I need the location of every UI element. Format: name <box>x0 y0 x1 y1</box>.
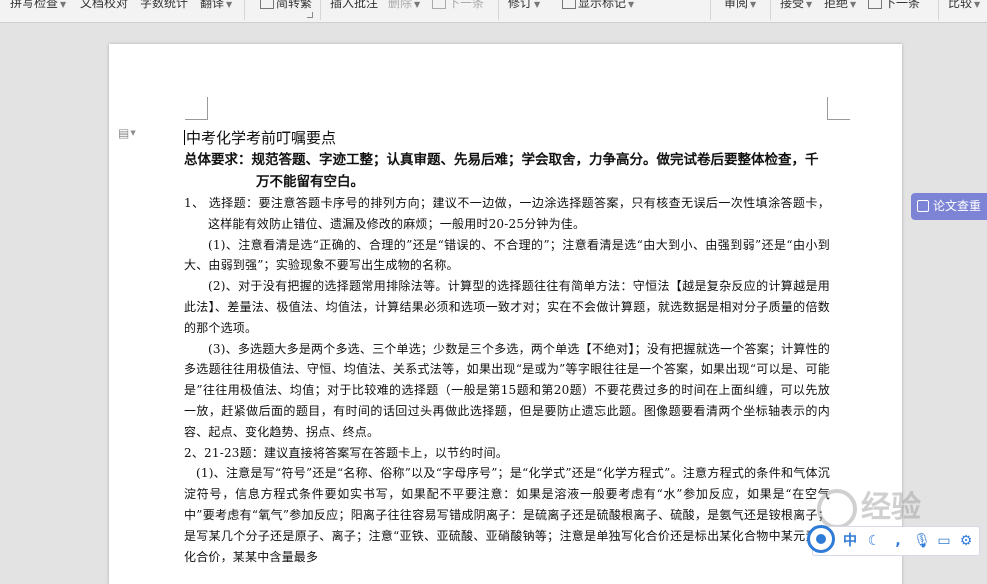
document-body[interactable]: 中考化学考前叮嘱要点 总体要求：规范答题、字迹工整；认真审题、先易后难；学会取舍… <box>184 128 830 567</box>
document-page[interactable]: ▤▼ 中考化学考前叮嘱要点 总体要求：规范答题、字迹工整；认真审题、先易后难；学… <box>109 44 902 584</box>
markup-icon <box>562 0 576 9</box>
paragraph-point-3[interactable]: (3)、多选题大多是两个多选、三个单选；少数是三个多选，两个单选【不绝对】；没有… <box>184 339 830 443</box>
convert-icon <box>260 0 274 9</box>
simplified-to-traditional-button[interactable]: 简转繁 <box>260 0 312 12</box>
group-launcher-icon[interactable] <box>307 12 313 18</box>
next-change-button[interactable]: 下一条 <box>868 0 920 12</box>
spell-check-button[interactable]: 拼写检查 ▼ <box>10 0 66 12</box>
document-title[interactable]: 中考化学考前叮嘱要点 <box>184 128 830 148</box>
chinese-mode-toggle[interactable]: 中 <box>841 532 859 550</box>
ime-toolbar[interactable]: 中 ☾ , 🎙 ▭ ⚙ <box>807 525 980 556</box>
microphone-icon[interactable]: 🎙 <box>913 532 931 550</box>
compare-button[interactable]: 比较 ▼ <box>948 0 980 12</box>
reject-button[interactable]: 拒绝 ▼ <box>824 0 856 12</box>
review-pane-button[interactable]: 审阅 ▼ <box>724 0 756 12</box>
keyboard-icon[interactable]: ▭ <box>935 532 953 550</box>
ribbon-divider <box>710 0 711 20</box>
show-markup-button[interactable]: 显示标记 ▼ <box>562 0 634 12</box>
paragraph-layout-icon[interactable]: ▤▼ <box>118 126 136 140</box>
moon-icon[interactable]: ☾ <box>865 532 883 550</box>
ime-logo-icon[interactable] <box>807 525 835 553</box>
track-changes-button[interactable]: 修订 ▼ <box>508 0 540 12</box>
ribbon-divider <box>770 0 771 20</box>
paragraph-point-2[interactable]: (2)、对于没有把握的选择题常用排除法等。计算型的选择题往往有简单方法：守恒法【… <box>184 276 830 338</box>
paragraph-questions-21-23[interactable]: 2、21-23题：建议直接将答案写在答题卡上，以节约时间。 <box>184 443 830 464</box>
overall-requirement[interactable]: 总体要求：规范答题、字迹工整；认真审题、先易后难；学会取舍，力争高分。做完试卷后… <box>184 149 830 193</box>
word-count-button[interactable]: 字数统计 <box>140 0 188 12</box>
text-cursor <box>184 130 185 145</box>
margin-corner-mark <box>827 97 850 120</box>
next-change-icon <box>868 0 882 9</box>
next-comment-button[interactable]: 下一条 <box>432 0 484 12</box>
paw-logo-icon <box>817 488 857 529</box>
baidu-jingyan-watermark: 经验 <box>817 482 921 529</box>
paragraph-point-1b[interactable]: (1)、注意是写“符号”还是“名称、俗称”以及“字母序号”；是“化学式”还是“化… <box>184 463 830 567</box>
ribbon-divider <box>244 0 245 20</box>
comma-icon[interactable]: , <box>889 532 907 550</box>
delete-comment-button[interactable]: 删除 ▼ <box>388 0 420 12</box>
paragraph-point-1[interactable]: (1)、注意看清是选“正确的、合理的”还是“错误的、不合理的”；注意看清是选“由… <box>184 235 830 277</box>
ribbon-divider <box>938 0 939 20</box>
ribbon-divider <box>320 0 321 20</box>
next-icon <box>432 0 446 9</box>
check-doc-icon <box>917 200 929 212</box>
insert-comment-button[interactable]: 插入批注 <box>330 0 378 12</box>
translate-button[interactable]: 翻译 ▼ <box>200 0 232 12</box>
gear-icon[interactable]: ⚙ <box>957 532 975 550</box>
paragraph-multiple-choice[interactable]: 1、 选择题：要注意答题卡序号的排列方向；建议不一边做，一边涂选择题答案，只有核… <box>184 193 830 235</box>
ribbon-divider <box>498 0 499 20</box>
doc-proofread-button[interactable]: 文档校对 <box>80 0 128 12</box>
review-ribbon: 拼写检查 ▼ 文档校对 字数统计 翻译 ▼ 简转繁 插入批注 删除 ▼ 下一条 修订 ▼… <box>0 0 987 23</box>
accept-button[interactable]: 接受 ▼ <box>780 0 812 12</box>
margin-corner-mark <box>185 97 208 120</box>
plagiarism-check-tab[interactable]: 论文查重 <box>911 193 987 220</box>
